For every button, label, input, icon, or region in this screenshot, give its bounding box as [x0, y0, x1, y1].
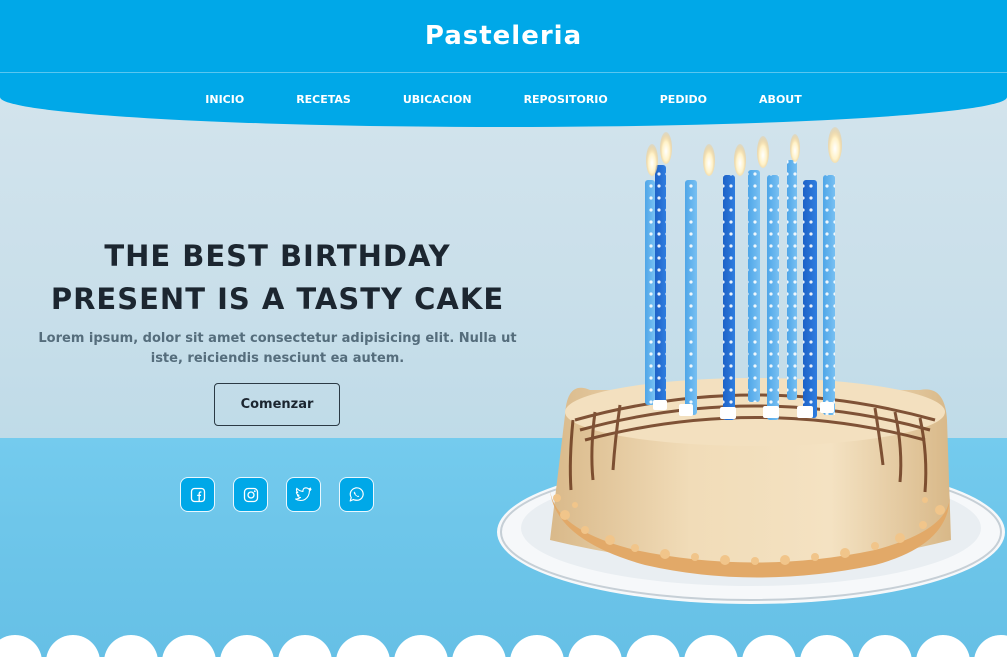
facebook-icon — [190, 487, 205, 502]
nav-item-ubicacion[interactable]: UBICACION — [403, 93, 472, 106]
comenzar-button[interactable]: Comenzar — [214, 383, 340, 426]
hero-subtext: Lorem ipsum, dolor sit amet consectetur … — [38, 331, 517, 366]
site-title: Pasteleria — [424, 21, 583, 51]
nav-item-about[interactable]: ABOUT — [759, 93, 802, 106]
hero-headline: THE BEST BIRTHDAY PRESENT IS A TASTY CAK… — [50, 239, 505, 316]
twitter-icon — [295, 487, 312, 502]
instagram-icon — [243, 487, 258, 502]
nav-item-inicio[interactable]: INICIO — [205, 93, 244, 106]
whatsapp-link[interactable] — [339, 477, 374, 512]
nav-item-pedido[interactable]: PEDIDO — [660, 93, 707, 106]
birthday-cake-image — [497, 127, 1005, 604]
twitter-link[interactable] — [286, 477, 321, 512]
instagram-link[interactable] — [233, 477, 268, 512]
scalloped-border — [0, 635, 1007, 657]
nav-item-recetas[interactable]: RECETAS — [296, 93, 351, 106]
whatsapp-icon — [349, 487, 364, 502]
facebook-link[interactable] — [180, 477, 215, 512]
site-header: Pasteleria — [0, 0, 1007, 72]
nav-item-repositorio[interactable]: REPOSITORIO — [524, 93, 608, 106]
